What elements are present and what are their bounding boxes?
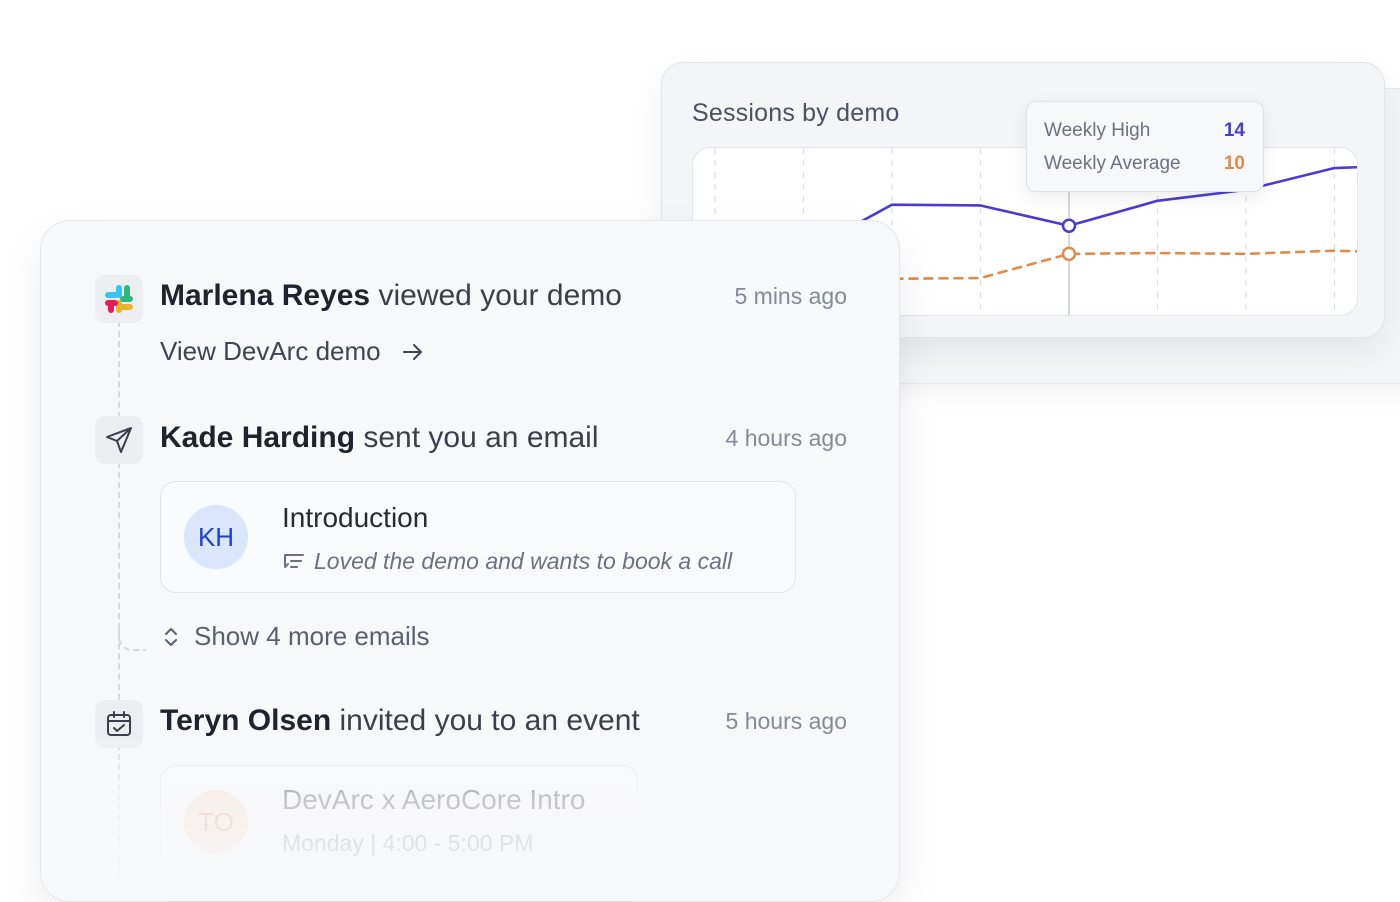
email-subject: Introduction bbox=[282, 502, 429, 533]
event-invite-card[interactable]: TO DevArc x AeroCore Intro Monday | 4:00… bbox=[160, 765, 638, 897]
arrow-right-icon bbox=[402, 343, 422, 360]
avatar: KH bbox=[184, 505, 248, 569]
tooltip-average-label: Weekly Average bbox=[1044, 153, 1181, 174]
show-more-label: Show 4 more emails bbox=[194, 621, 430, 651]
email-snippet-text: Loved the demo and wants to book a call bbox=[314, 548, 733, 574]
event-invite-title: DevArc x AeroCore Intro bbox=[282, 784, 586, 815]
event-time: 5 mins ago bbox=[734, 283, 847, 309]
chevron-up-down-icon bbox=[165, 627, 177, 646]
timeline-branch bbox=[118, 625, 146, 651]
activity-feed-card: Marlena Reyes viewed your demo 5 mins ag… bbox=[40, 220, 900, 902]
event-person-name[interactable]: Teryn Olsen bbox=[160, 704, 331, 737]
event-title-invite: Teryn Olsen invited you to an event bbox=[160, 704, 640, 738]
event-title-email: Kade Harding sent you an email bbox=[160, 421, 599, 455]
tooltip-high-value: 14 bbox=[1223, 120, 1245, 141]
event-invite-time: Monday | 4:00 - 5:00 PM bbox=[282, 830, 534, 856]
event-action: sent you an email bbox=[363, 421, 599, 454]
chart-tooltip: Weekly High 14 Weekly Average 10 bbox=[1026, 101, 1264, 192]
tooltip-row-high: Weekly High 14 bbox=[1044, 120, 1245, 144]
event-person-name[interactable]: Marlena Reyes bbox=[160, 279, 370, 312]
event-time: 4 hours ago bbox=[725, 425, 847, 451]
event-person-name[interactable]: Kade Harding bbox=[160, 421, 355, 454]
reply-list-icon bbox=[284, 553, 304, 568]
email-card[interactable]: KH Introduction Loved the demo and wants… bbox=[160, 481, 796, 593]
event-action: invited you to an event bbox=[339, 704, 640, 737]
send-icon bbox=[95, 416, 143, 464]
tooltip-row-average: Weekly Average 10 bbox=[1044, 153, 1245, 177]
tooltip-average-value: 10 bbox=[1223, 153, 1245, 174]
view-demo-link-label: View DevArc demo bbox=[160, 336, 381, 366]
view-demo-link[interactable]: View DevArc demo bbox=[160, 336, 425, 367]
avatar: TO bbox=[184, 790, 248, 854]
chart-title: Sessions by demo bbox=[692, 99, 900, 127]
event-title-viewed: Marlena Reyes viewed your demo bbox=[160, 279, 622, 313]
event-action: viewed your demo bbox=[378, 279, 622, 312]
calendar-icon bbox=[95, 700, 143, 748]
data-point-high bbox=[1061, 218, 1077, 234]
email-snippet: Loved the demo and wants to book a call bbox=[282, 548, 732, 575]
show-more-emails-button[interactable]: Show 4 more emails bbox=[162, 621, 430, 652]
timeline-line bbox=[118, 321, 120, 881]
data-point-average bbox=[1061, 246, 1077, 262]
slack-icon bbox=[95, 275, 143, 323]
tooltip-high-label: Weekly High bbox=[1044, 120, 1151, 141]
event-time: 5 hours ago bbox=[725, 708, 847, 734]
